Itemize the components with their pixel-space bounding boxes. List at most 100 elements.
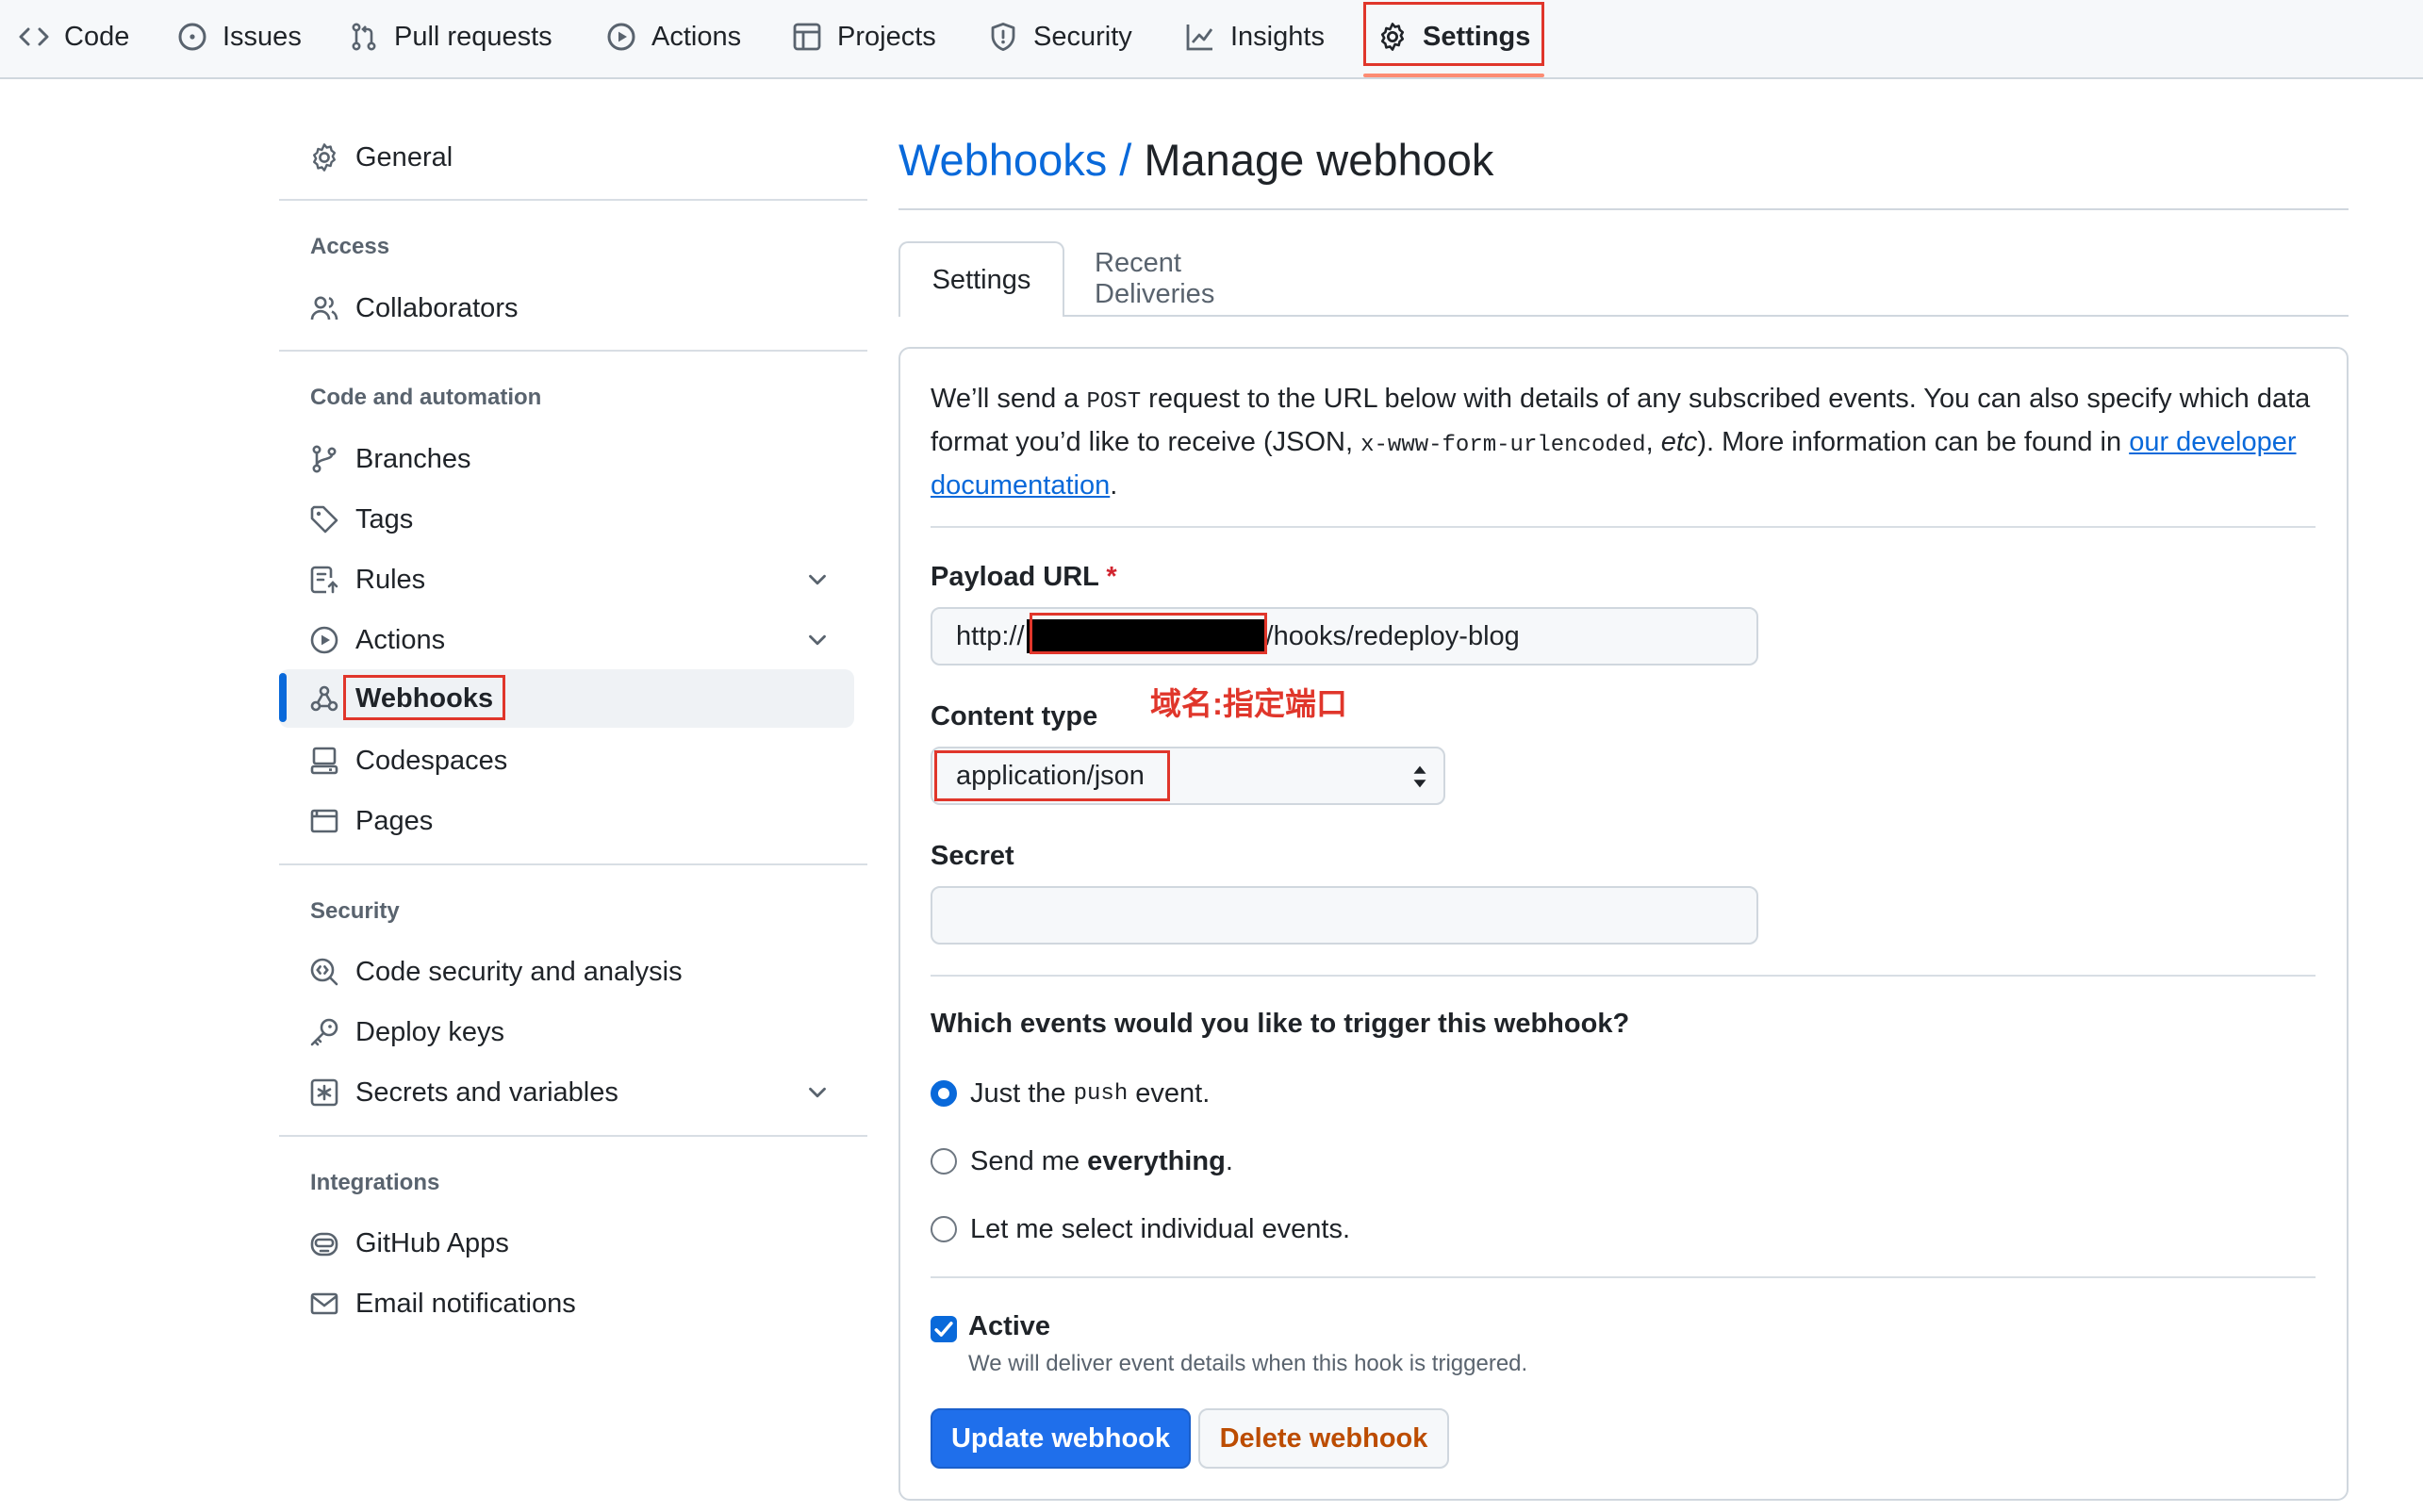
sidebar-divider (279, 199, 867, 201)
page-title: Webhooks / Manage webhook (898, 132, 1493, 189)
sidebar-item-label: Deploy keys (355, 1017, 504, 1047)
mail-icon (309, 1289, 339, 1319)
tab-pull-requests[interactable]: Pull requests (349, 0, 552, 74)
key-icon (309, 1017, 339, 1047)
radio-button-selected[interactable] (931, 1080, 957, 1107)
section-divider (931, 975, 2316, 977)
chevron-down-icon[interactable] (803, 1078, 832, 1107)
secret-input[interactable] (931, 886, 1758, 945)
sidebar-item-collaborators[interactable]: Collaborators (279, 279, 854, 337)
tab-insights[interactable]: Insights (1185, 0, 1325, 74)
select-arrows-icon (1413, 765, 1426, 788)
codescan-icon (309, 957, 339, 987)
active-tab-underline (1363, 74, 1544, 77)
url-suffix: /hooks/redeploy-blog (1265, 620, 1520, 651)
graph-icon (1186, 25, 1213, 51)
sidebar-divider (279, 863, 867, 865)
play-icon (607, 23, 635, 51)
radio-button[interactable] (931, 1216, 957, 1242)
radio-button[interactable] (931, 1148, 957, 1175)
sidebar-item-github-apps[interactable]: GitHub Apps (279, 1214, 854, 1273)
tab-actions[interactable]: Actions (606, 0, 741, 74)
event-option-push[interactable]: Just the push event. (931, 1075, 1210, 1112)
play-icon (309, 625, 339, 655)
tab-label: Pull requests (394, 21, 552, 52)
tab-issues[interactable]: Issues (177, 0, 302, 74)
option-text: Just the (970, 1077, 1066, 1109)
sidebar-item-label: Collaborators (355, 293, 519, 323)
sidebar-divider (279, 1135, 867, 1137)
delete-webhook-button[interactable]: Delete webhook (1198, 1408, 1449, 1469)
intro-part: We’ll send a (931, 384, 1087, 414)
event-option-everything[interactable]: Send me everything. (931, 1142, 1233, 1180)
intro-code: POST (1086, 389, 1142, 415)
active-label: Active (968, 1311, 1051, 1341)
update-webhook-button[interactable]: Update webhook (931, 1408, 1191, 1469)
chevron-down-icon[interactable] (803, 626, 832, 654)
sidebar-item-pages[interactable]: Pages (279, 792, 854, 850)
section-divider (931, 526, 2316, 528)
sidebar-item-label: Tags (355, 504, 414, 534)
sidebar-item-codespaces[interactable]: Codespaces (279, 731, 854, 790)
payload-url-label: Payload URL * (931, 562, 1117, 593)
sidebar-item-tags[interactable]: Tags (279, 490, 854, 549)
sidebar-item-general[interactable]: General (279, 128, 854, 187)
webhook-icon (309, 683, 339, 714)
event-option-individual[interactable]: Let me select individual events. (931, 1210, 1350, 1248)
sidebar-item-label: GitHub Apps (355, 1228, 509, 1258)
tab-settings-webhook[interactable]: Settings (898, 241, 1064, 317)
intro-emphasis: etc (1660, 427, 1698, 457)
sidebar-item-secrets[interactable]: Secrets and variables (279, 1063, 854, 1122)
browser-icon (309, 806, 339, 836)
tab-label: Insights (1230, 21, 1325, 52)
sidebar-item-email-notifications[interactable]: Email notifications (279, 1274, 854, 1333)
option-text: event. (1135, 1077, 1211, 1109)
intro-code: x-www-form-urlencoded (1360, 433, 1646, 458)
label-text: Payload URL (931, 562, 1099, 592)
intro-part: . (1110, 470, 1118, 501)
sidebar-item-deploy-keys[interactable]: Deploy keys (279, 1003, 854, 1061)
sidebar-item-label: Code security and analysis (355, 957, 683, 987)
sidebar-item-code-security[interactable]: Code security and analysis (279, 943, 854, 1001)
table-icon (793, 23, 821, 51)
tab-label: Actions (651, 21, 742, 52)
active-note: We will deliver event details when this … (968, 1351, 1528, 1376)
tab-projects[interactable]: Projects (792, 0, 936, 74)
option-text: Let me select individual events. (970, 1213, 1350, 1244)
branch-icon (309, 444, 339, 474)
codespaces-icon (309, 746, 339, 776)
tab-code[interactable]: Code (19, 0, 129, 74)
sidebar-divider (279, 350, 867, 352)
intro-part: , (1645, 427, 1661, 457)
sidebar-item-label: Pages (355, 806, 434, 836)
gear-icon (309, 142, 339, 173)
issue-icon (178, 23, 206, 51)
sidebar-item-actions[interactable]: Actions (279, 611, 854, 669)
url-prefix: http:// (956, 620, 1025, 651)
breadcrumb-webhooks[interactable]: Webhooks / (898, 135, 1131, 185)
events-question: Which events would you like to trigger t… (931, 1009, 1630, 1039)
webhooks-highlight-box (343, 675, 505, 720)
sidebar-item-branches[interactable]: Branches (279, 430, 854, 488)
pull-request-icon (352, 23, 376, 51)
redaction-highlight-box (1030, 613, 1267, 654)
sidebar-item-label: Branches (355, 444, 471, 474)
tab-security[interactable]: Security (988, 0, 1132, 74)
sidebar-selected-indicator (279, 673, 287, 722)
page-title-text: Manage webhook (1144, 135, 1494, 185)
required-marker: * (1106, 562, 1117, 592)
settings-highlight-box (1363, 2, 1544, 66)
active-checkbox[interactable] (931, 1316, 957, 1342)
sidebar-item-label: Codespaces (355, 746, 508, 776)
tab-recent-deliveries[interactable]: Recent Deliveries (1095, 241, 1306, 317)
sidebar-item-label: Secrets and variables (355, 1077, 618, 1108)
intro-text: We’ll send a POST request to the URL bel… (931, 379, 2316, 505)
code-icon (19, 27, 49, 46)
sidebar-item-rules[interactable]: Rules (279, 551, 854, 609)
sidebar-section-integrations: Integrations (310, 1170, 440, 1195)
tab-label: Code (64, 21, 130, 52)
tab-divider (898, 315, 2349, 317)
chevron-down-icon[interactable] (803, 566, 832, 594)
section-divider (931, 1276, 2316, 1278)
sidebar-section-security: Security (310, 898, 400, 924)
